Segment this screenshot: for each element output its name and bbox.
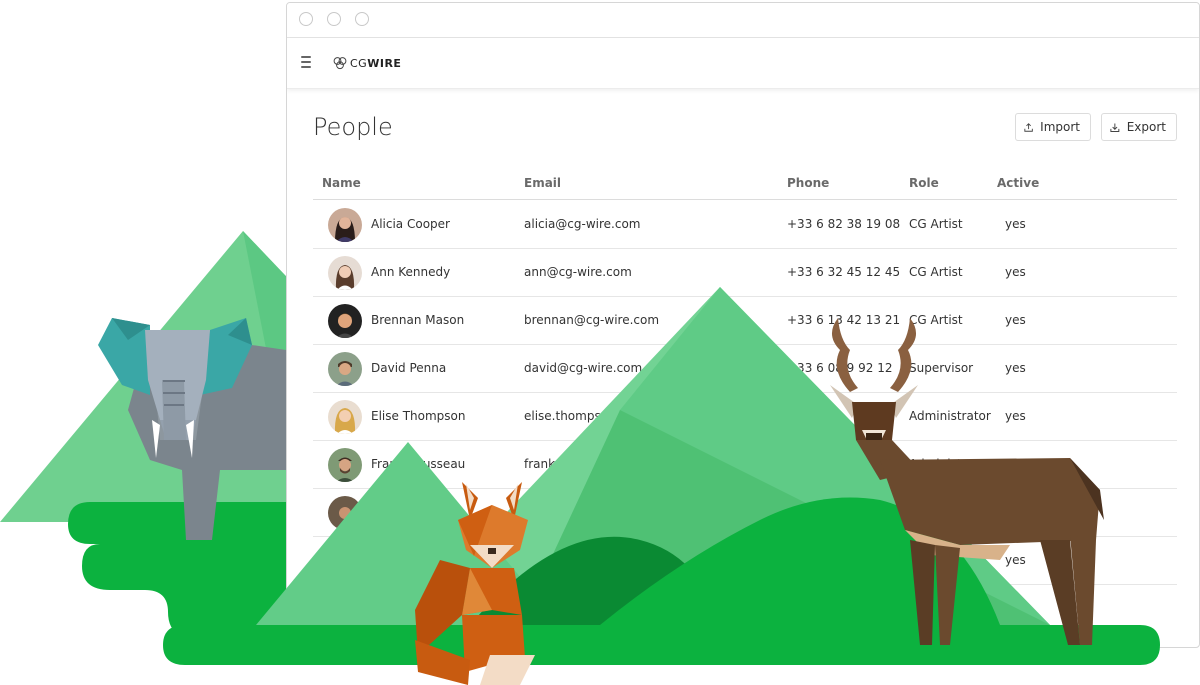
- person-name[interactable]: Frank Rousseau: [371, 457, 465, 471]
- person-name[interactable]: Alicia Cooper: [371, 217, 450, 231]
- app-window: CGWIRE People Import Export Name Email P…: [286, 2, 1200, 648]
- person-email: elise.thompson@: [524, 409, 628, 423]
- menu-icon[interactable]: [301, 56, 311, 68]
- avatar: [328, 496, 362, 530]
- avatar: [328, 256, 362, 290]
- cgwire-logo-icon: [333, 57, 347, 70]
- person-active: yes: [1005, 265, 1026, 279]
- person-role: Supervisor: [909, 361, 974, 375]
- table-row[interactable]: Elise Thompson elise.thompson@ Administr…: [313, 392, 1177, 441]
- person-active: yes: [1005, 409, 1026, 423]
- person-role: CG Artist: [909, 217, 963, 231]
- download-icon: [1110, 123, 1120, 132]
- person-phone: +33 6 13 42 13 21: [787, 313, 901, 327]
- table-row[interactable]: Supervisor yes: [313, 536, 1177, 585]
- person-role: CG Artist: [909, 313, 963, 327]
- column-header-phone[interactable]: Phone: [787, 176, 829, 190]
- avatar: [328, 400, 362, 434]
- person-active: yes: [1005, 457, 1026, 471]
- person-email: alicia@cg-wire.com: [524, 217, 641, 231]
- person-role: Supervisor: [909, 553, 974, 567]
- table-row[interactable]: Ann Kennedy ann@cg-wire.com +33 6 32 45 …: [313, 248, 1177, 297]
- person-email: mi: [524, 505, 540, 519]
- table-row[interactable]: mi: [313, 488, 1177, 537]
- person-email: david@cg-wire.com: [524, 361, 643, 375]
- brand-name: CGWIRE: [350, 56, 402, 70]
- column-header-active[interactable]: Active: [997, 176, 1039, 190]
- person-phone: +33 6 08 9 92 12: [787, 361, 893, 375]
- export-label: Export: [1126, 120, 1166, 134]
- page-title: People: [313, 113, 393, 141]
- person-name[interactable]: David Penna: [371, 361, 446, 375]
- table-row[interactable]: Brennan Mason brennan@cg-wire.com +33 6 …: [313, 296, 1177, 345]
- table-row[interactable]: David Penna david@cg-wire.com +33 6 08 9…: [313, 344, 1177, 393]
- window-maximize-dot[interactable]: [355, 12, 369, 26]
- person-role: CG Artist: [909, 265, 963, 279]
- brand-logo[interactable]: CGWIRE: [333, 52, 401, 74]
- column-header-email[interactable]: Email: [524, 176, 561, 190]
- person-active: yes: [1005, 361, 1026, 375]
- person-name[interactable]: Elise Thompson: [371, 409, 465, 423]
- column-header-role[interactable]: Role: [909, 176, 939, 190]
- person-name[interactable]: Ann Kennedy: [371, 265, 450, 279]
- window-minimize-dot[interactable]: [327, 12, 341, 26]
- person-email: ann@cg-wire.com: [524, 265, 632, 279]
- person-active: yes: [1005, 313, 1026, 327]
- column-header-name[interactable]: Name: [322, 176, 361, 190]
- person-phone: +33 6 32 45 12 45: [787, 265, 901, 279]
- window-close-dot[interactable]: [299, 12, 313, 26]
- avatar: [328, 208, 362, 242]
- table-row[interactable]: Alicia Cooper alicia@cg-wire.com +33 6 8…: [313, 200, 1177, 249]
- upload-icon: [1024, 122, 1033, 132]
- top-app-bar: CGWIRE: [287, 38, 1199, 89]
- table-header: Name Email Phone Role Active: [313, 173, 1177, 200]
- person-name[interactable]: Brennan Mason: [371, 313, 464, 327]
- import-label: Import: [1040, 120, 1080, 134]
- person-active: yes: [1005, 217, 1026, 231]
- avatar: [328, 304, 362, 338]
- person-email: frank@cg: [524, 457, 582, 471]
- person-email: brennan@cg-wire.com: [524, 313, 660, 327]
- avatar: [328, 352, 362, 386]
- window-titlebar: [287, 3, 1199, 38]
- person-role: Administrator: [909, 457, 991, 471]
- avatar: [328, 448, 362, 482]
- person-phone: +33 6 82 38 19 08: [787, 217, 901, 231]
- import-button[interactable]: Import: [1015, 113, 1091, 141]
- person-active: yes: [1005, 553, 1026, 567]
- table-row[interactable]: Frank Rousseau frank@cg Administrator ye…: [313, 440, 1177, 489]
- export-button[interactable]: Export: [1101, 113, 1177, 141]
- person-role: Administrator: [909, 409, 991, 423]
